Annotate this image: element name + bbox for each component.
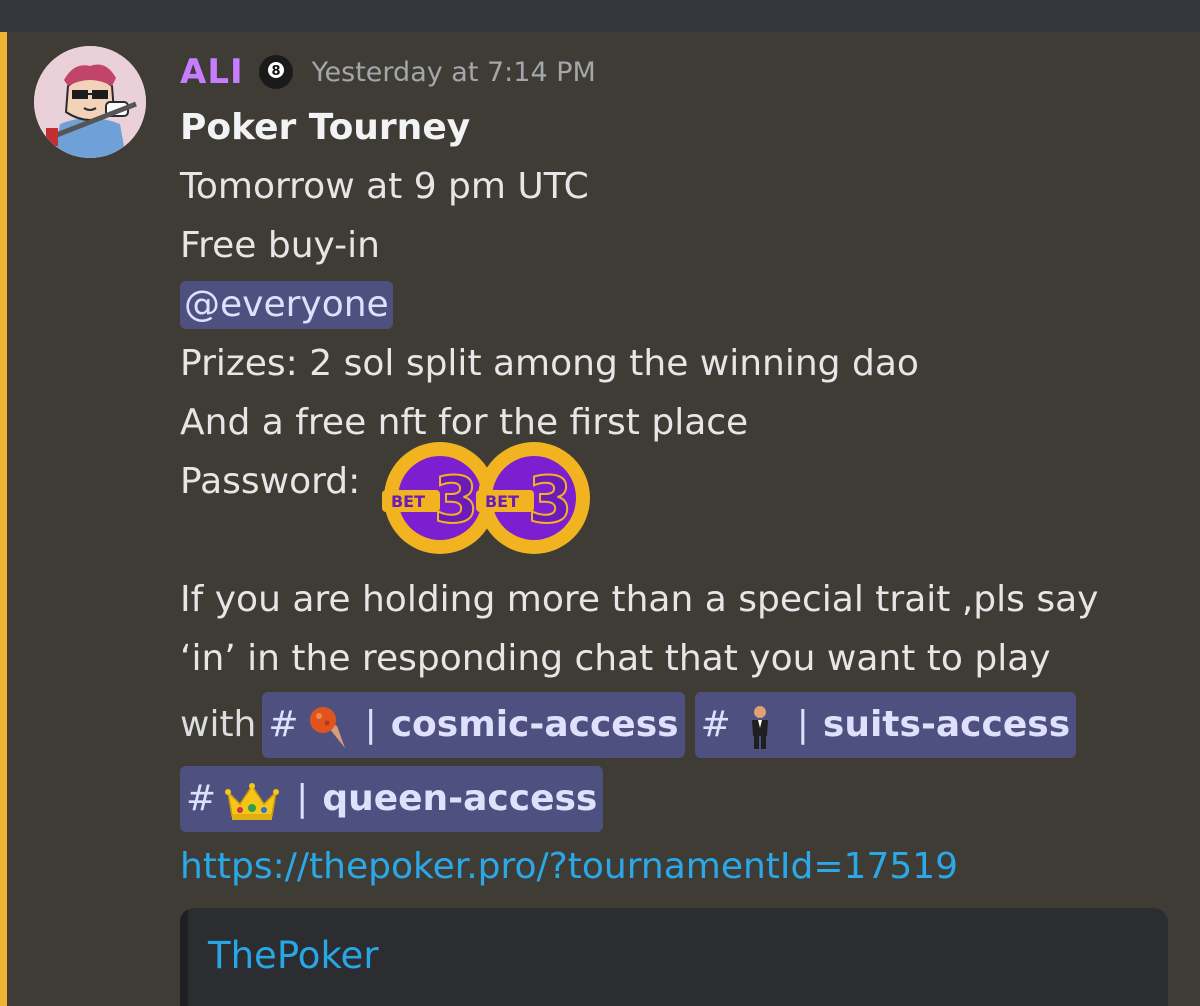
crown-icon (224, 776, 280, 822)
svg-text:8: 8 (271, 64, 280, 79)
channel-name: queen-access (322, 778, 598, 819)
password-line: Password: (180, 461, 361, 502)
sticker-text: BET (485, 492, 519, 511)
with-label: with (180, 704, 257, 745)
message-line: @everyone (180, 275, 1180, 334)
8-ball-icon: 8 (258, 54, 294, 90)
sticker-text: BET (391, 492, 425, 511)
username[interactable]: ALI (180, 52, 244, 92)
channel-name: cosmic-access (390, 704, 679, 745)
separator: | (796, 704, 809, 745)
message-line: Tomorrow at 9 pm UTC (180, 166, 589, 207)
everyone-mention[interactable]: @everyone (180, 281, 393, 329)
sticker-text: 3 (434, 464, 479, 538)
message-title: Poker Tourney (180, 107, 471, 148)
message-line: Free buy-in (180, 225, 380, 266)
comet-icon (307, 702, 349, 748)
message-line: And a free nft for the first place (180, 402, 749, 443)
channel-mention-queen-access[interactable]: # | queen-access (180, 766, 604, 832)
message-header: ALI 8 Yesterday at 7:14 PM (180, 46, 1180, 98)
avatar[interactable] (34, 46, 146, 158)
message-line: ‘in’ in the responding chat that you wan… (180, 638, 1051, 679)
hash-icon: # (268, 704, 299, 745)
tournament-link[interactable]: https://thepoker.pro/?tournamentId=17519 (180, 836, 1180, 898)
top-bar (0, 0, 1200, 32)
sticker-text: 3 (528, 464, 573, 538)
avatar-image (34, 46, 146, 158)
separator: | (364, 704, 377, 745)
message-content: ALI 8 Yesterday at 7:14 PM Poker Tourney… (180, 46, 1180, 898)
channel-mention-cosmic-access[interactable]: # | cosmic-access (262, 692, 685, 758)
message-line: Prizes: 2 sol split among the winning da… (180, 343, 919, 384)
channel-line: # | queen-access (180, 762, 1180, 836)
channel-mention-suits-access[interactable]: # | suits-access (694, 692, 1077, 758)
link-embed: ThePoker (180, 908, 1168, 1006)
hash-icon: # (186, 778, 217, 819)
message-line: If you are holding more than a special t… (180, 579, 1099, 620)
empty-line (180, 511, 1180, 570)
embed-accent-bar (180, 908, 188, 1006)
man-in-suit-icon (739, 702, 781, 749)
channel-line: with # | cosmic-access # | suits-access (180, 688, 1180, 762)
mention-highlight-bar (0, 32, 7, 1006)
hash-icon: # (700, 704, 731, 745)
separator: | (296, 778, 309, 819)
timestamp[interactable]: Yesterday at 7:14 PM (312, 57, 596, 88)
bet3-sticker: BET 3 BET 3 (378, 438, 596, 558)
embed-provider[interactable]: ThePoker (208, 934, 379, 977)
channel-name: suits-access (822, 704, 1071, 745)
